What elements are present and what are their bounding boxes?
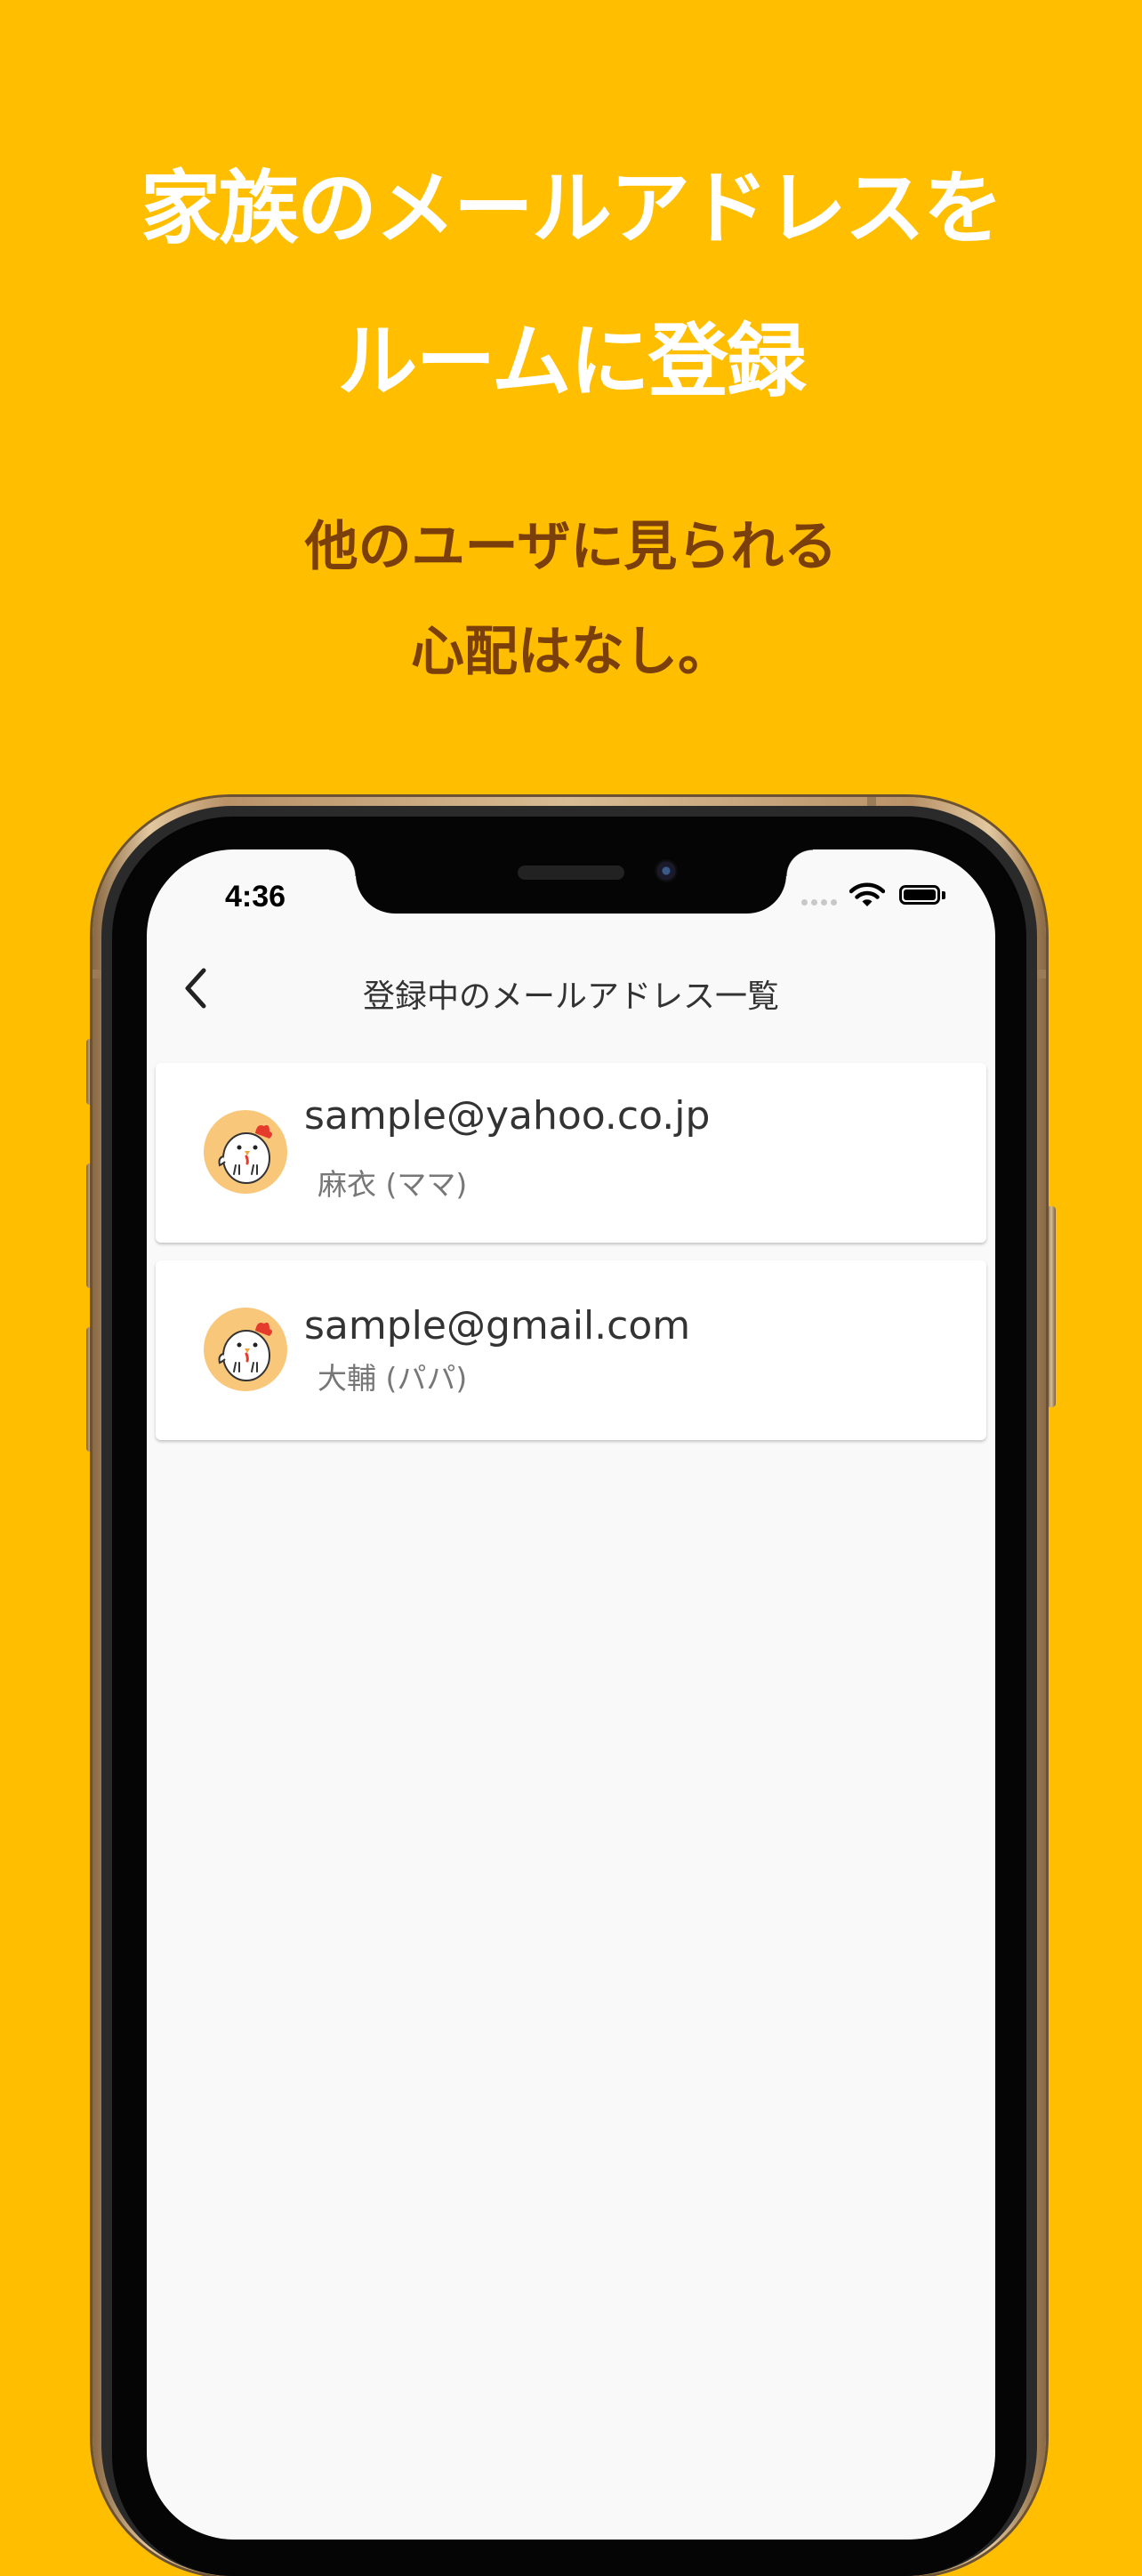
phone-notch — [329, 849, 813, 914]
status-time: 4:36 — [225, 880, 286, 914]
member-email: sample@yahoo.co.jp — [304, 1093, 711, 1139]
headline-line-1: 家族のメールアドレスを — [141, 162, 1003, 255]
battery-cap — [942, 891, 945, 899]
cellular-signal-icon — [801, 899, 837, 906]
battery-icon — [899, 885, 940, 905]
phone-screen: 4:36 登録中のメールアドレス一覧 sample@yahoo.co.jp 麻衣… — [147, 849, 995, 2540]
wifi-icon — [848, 881, 886, 912]
phone-power-button — [1047, 1206, 1056, 1407]
member-list-item[interactable]: sample@yahoo.co.jp 麻衣 (ママ) — [156, 1063, 986, 1243]
chicken-avatar-icon — [204, 1308, 287, 1391]
member-email: sample@gmail.com — [304, 1303, 691, 1348]
earpiece-speaker — [518, 865, 624, 880]
member-list-item[interactable]: sample@gmail.com 大輔 (パパ) — [156, 1260, 986, 1440]
front-camera — [655, 859, 678, 882]
member-name: 麻衣 (ママ) — [318, 1167, 468, 1202]
headline-line-2: ルームに登録 — [337, 315, 806, 408]
member-name: 大輔 (パパ) — [318, 1361, 468, 1396]
navigation-bar: 登録中のメールアドレス一覧 — [147, 938, 995, 1036]
subline-line-1: 他のユーザに見られる — [304, 516, 838, 578]
subline-line-2: 心配はなし。 — [411, 621, 731, 683]
page-title: 登録中のメールアドレス一覧 — [362, 978, 779, 1015]
chicken-avatar-icon — [204, 1110, 287, 1194]
